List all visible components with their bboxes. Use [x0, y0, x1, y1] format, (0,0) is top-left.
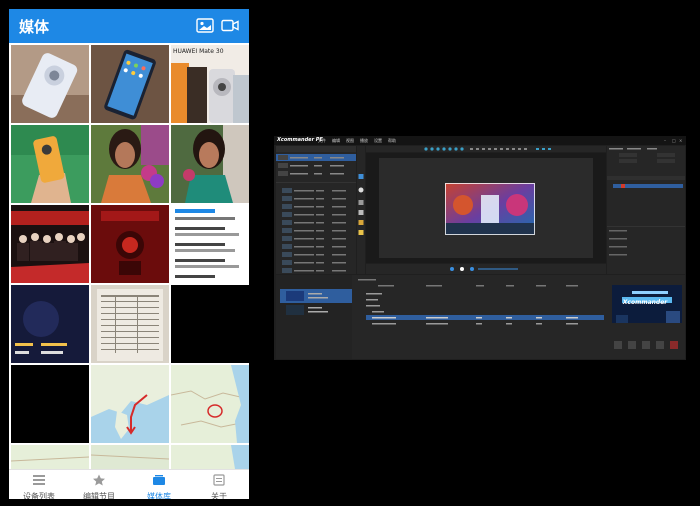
volume-slider[interactable] [478, 268, 518, 270]
bottom-tab-bar: 设备列表 编辑节目 媒体库 关于 [9, 469, 249, 499]
tool-icon[interactable] [358, 200, 364, 205]
media-tile[interactable] [91, 365, 169, 443]
black-tile[interactable] [171, 285, 249, 363]
properties-content [607, 148, 685, 256]
map-with-red-circle [171, 365, 249, 443]
tab-media-library[interactable]: 媒体库 [129, 471, 189, 499]
hand-holding-phone-photo [11, 125, 89, 203]
preview-area [366, 153, 606, 263]
media-tile[interactable] [11, 285, 89, 363]
menu-item[interactable]: 视图 [346, 138, 354, 144]
media-tile[interactable] [171, 205, 249, 283]
huawei-mate30-ad [171, 45, 249, 123]
media-tile[interactable] [171, 365, 249, 443]
tool-icon[interactable] [358, 230, 364, 235]
device-list-icon [33, 475, 45, 485]
edit-program-icon [93, 474, 105, 486]
page-title: 媒体 [19, 18, 50, 36]
minimize-icon[interactable]: – [664, 138, 669, 143]
tool-icon[interactable] [358, 210, 364, 215]
tab-edit-program[interactable]: 编辑节目 [69, 471, 129, 499]
vertical-toolbar [357, 146, 365, 274]
close-icon[interactable]: × [679, 138, 684, 143]
program-and-playlist [276, 275, 685, 359]
chat-screenshot [171, 205, 249, 283]
menu-item[interactable]: 设置 [374, 138, 382, 144]
woman-portrait-photo-1 [91, 125, 169, 203]
bottom-panels: Xcommander [276, 275, 685, 359]
media-tile[interactable] [11, 45, 89, 123]
media-tile[interactable]: HUAWEI Mate 30 [171, 45, 249, 123]
menu-item[interactable]: 文件 [318, 138, 326, 144]
red-event-poster [91, 205, 169, 283]
tile-caption: HUAWEI Mate 30 [173, 48, 224, 55]
media-tile[interactable] [91, 445, 169, 469]
media-tile[interactable] [91, 125, 169, 203]
app-logo: Xcommander PE [277, 137, 323, 143]
stop-button[interactable] [460, 267, 464, 271]
phone-home-screen-photo [91, 45, 169, 123]
maximize-icon[interactable]: □ [672, 138, 677, 143]
black-tile-2[interactable] [11, 365, 89, 443]
media-grid: HUAWEI Mate 30 [9, 43, 249, 469]
image-icon[interactable] [196, 18, 214, 33]
preview-canvas [379, 158, 593, 258]
media-library-panel [276, 146, 356, 274]
preview-overlay-text: Xcommander [622, 299, 668, 306]
map-tile-partial-3 [171, 445, 249, 469]
printed-document-photo [91, 285, 169, 363]
preview-image[interactable] [445, 183, 535, 235]
app-header: 媒体 [9, 9, 249, 43]
tab-label: 编辑节目 [83, 492, 115, 499]
map-tile-partial-1 [11, 445, 89, 469]
woman-portrait-photo-2 [171, 125, 249, 203]
media-tile[interactable] [11, 205, 89, 283]
phone-screenshot: 媒体 HUAWEI Mate 30 设备列表 编辑节目 媒体库 关于 [9, 9, 249, 499]
media-tile[interactable] [171, 445, 249, 469]
tab-about[interactable]: 关于 [189, 471, 249, 499]
about-icon [213, 474, 225, 486]
desktop-app-screenshot: Xcommander PE 文件 编辑 视图 播放 设置 帮助 – □ × Xc… [274, 136, 686, 360]
media-library-icon [153, 475, 165, 485]
tab-label: 媒体库 [147, 492, 171, 499]
tab-label: 设备列表 [23, 492, 55, 499]
map-tile-partial-2 [91, 445, 169, 469]
tool-icon[interactable] [358, 187, 364, 193]
menu-bar: Xcommander PE 文件 编辑 视图 播放 设置 帮助 – □ × [274, 136, 686, 145]
media-tile[interactable] [11, 445, 89, 469]
tool-icon[interactable] [358, 220, 364, 225]
map-with-red-route [91, 365, 169, 443]
menu-item[interactable]: 播放 [360, 138, 368, 144]
next-button[interactable] [470, 267, 474, 271]
playback-bar [366, 264, 606, 274]
play-button[interactable] [450, 267, 454, 271]
group-photo-red-banner [11, 205, 89, 283]
dark-blue-poster [11, 285, 89, 363]
media-tile[interactable] [91, 45, 169, 123]
media-tile[interactable] [91, 285, 169, 363]
media-tile[interactable] [91, 205, 169, 283]
menu-item[interactable]: 帮助 [388, 138, 396, 144]
media-tile[interactable] [171, 125, 249, 203]
media-file-list [276, 154, 356, 273]
white-phone-back-photo [11, 45, 89, 123]
media-tile[interactable] [11, 125, 89, 203]
tab-device-list[interactable]: 设备列表 [9, 471, 69, 499]
menu-item[interactable]: 编辑 [332, 138, 340, 144]
tab-label: 关于 [211, 492, 227, 499]
preview-toolbar [366, 146, 606, 152]
video-camera-icon[interactable] [221, 18, 239, 33]
tool-icon[interactable] [358, 174, 364, 179]
properties-panel [607, 146, 685, 274]
